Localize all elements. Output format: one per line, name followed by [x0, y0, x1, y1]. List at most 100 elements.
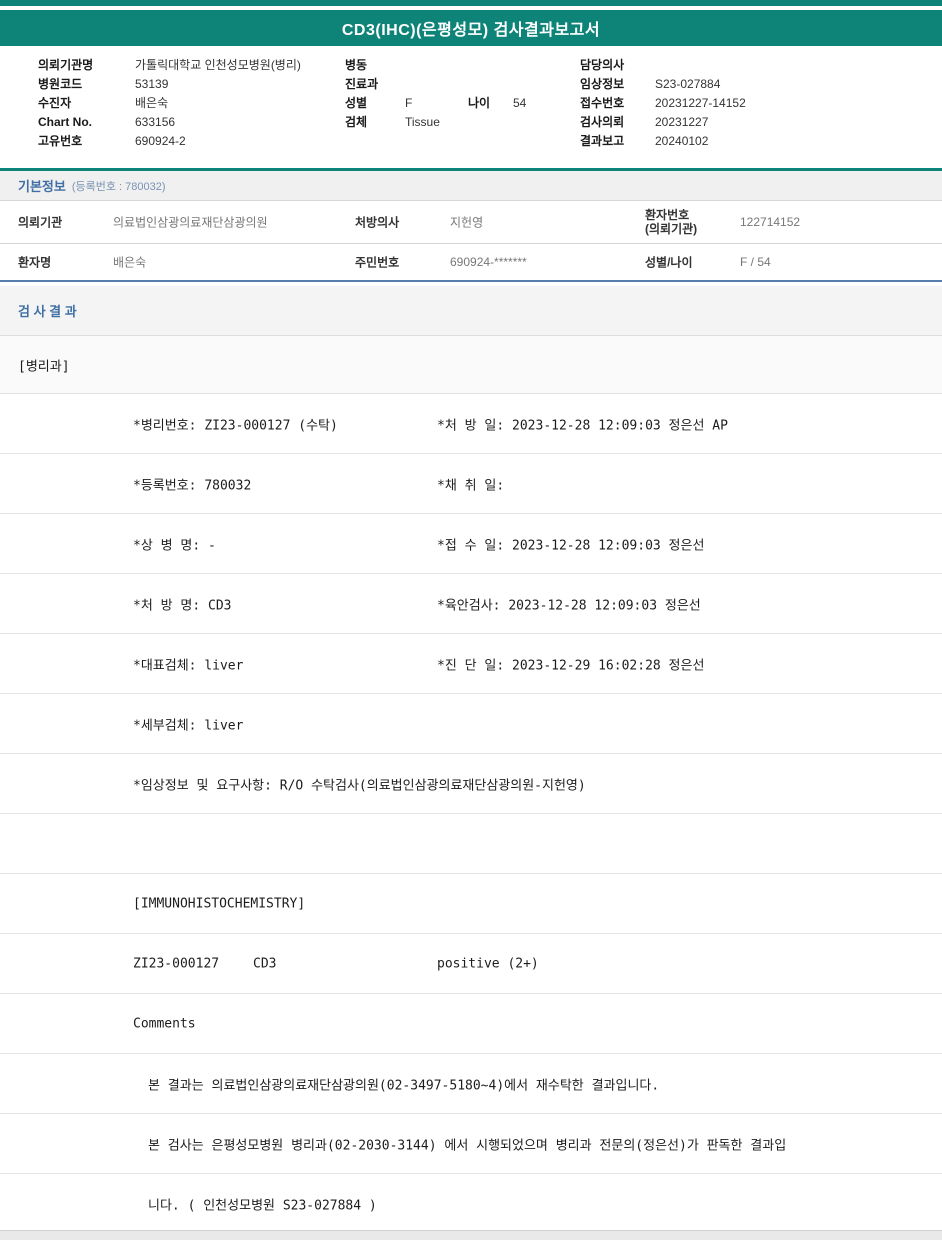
patient-no-value: 122714152 — [740, 215, 801, 229]
result-row-comment-3: 니다. ( 인천성모병원 S23-027884 ) — [0, 1174, 942, 1234]
report-date-value: 20240102 — [655, 134, 709, 148]
header-field-row: 담당의사 — [580, 56, 746, 75]
ihc-result-value: positive (2+) — [437, 956, 539, 971]
header-field-row: 병동 — [345, 56, 526, 75]
comment-text: 니다. ( 인천성모병원 S23-027884 ) — [148, 1198, 377, 1213]
header-right-column: 담당의사 임상정보 S23-027884 접수번호 20231227-14152 검… — [580, 56, 746, 151]
header-field-row: 접수번호 20231227-14152 — [580, 94, 746, 113]
result-right-text: *처 방 일: 2023-12-28 12:09:03 정은선 AP — [437, 418, 728, 433]
hospital-code-label: 병원코드 — [38, 77, 83, 91]
result-row-diagnosis-name: *상 병 명: - *접 수 일: 2023-12-28 12:09:03 정은… — [0, 514, 942, 574]
report-title-bar: CD3(IHC)(은평성모) 검사결과보고서 — [0, 10, 942, 46]
bottom-scrollbar-track — [0, 1230, 942, 1240]
patient-label: 수진자 — [38, 96, 72, 110]
hospital-code-value: 53139 — [135, 77, 169, 91]
patient-no-label: 환자번호 (의뢰기관) — [645, 208, 698, 236]
referring-org2-label: 의뢰기관 — [18, 215, 63, 230]
resident-no-value: 690924-******* — [450, 255, 527, 269]
chart-no-value: 633156 — [135, 115, 176, 129]
report-date-label: 결과보고 — [580, 134, 625, 148]
resident-no-label: 주민번호 — [355, 255, 400, 270]
result-left-text: *임상정보 및 요구사항: R/O 수탁검사(의료법인삼광의료재단삼광의원-지헌… — [133, 778, 586, 793]
result-left-text: [IMMUNOHISTOCHEMISTRY] — [133, 896, 306, 911]
basic-info-section-header: 기본정보 (등록번호 : 780032) — [0, 171, 942, 201]
header-middle-column: 병동 진료과 성별 F 나이 54 검체 Tissue — [345, 56, 526, 132]
patient-name-value: 배은숙 — [113, 255, 147, 270]
result-row-comment-2: 본 검사는 은평성모병원 병리과(02-2030-3144) 에서 시행되었으며… — [0, 1114, 942, 1174]
result-row-empty — [0, 814, 942, 874]
header-field-row: 성별 F 나이 54 — [345, 94, 526, 113]
result-left-text: *상 병 명: - — [133, 538, 216, 553]
sex-age-label: 성별/나이 — [645, 255, 693, 270]
basic-info-subtitle: (등록번호 : 780032) — [71, 180, 166, 193]
referring-org2-value: 의료법인삼광의료재단삼광의원 — [113, 215, 268, 230]
referring-org-label: 의뢰기관명 — [38, 58, 94, 72]
result-left-text: *등록번호: 780032 — [133, 478, 252, 493]
result-right-text: *진 단 일: 2023-12-29 16:02:28 정은선 — [437, 658, 705, 673]
specimen-label: 검체 — [345, 115, 368, 129]
result-left-text: *대표검체: liver — [133, 658, 244, 673]
header-info-panel: 의뢰기관명 가톨릭대학교 인천성모병원(병리) 병원코드 53139 수진자 배은숙 … — [0, 46, 942, 168]
sex-label: 성별 — [345, 96, 368, 110]
basic-info-row: 의뢰기관 의료법인삼광의료재단삼광의원 처방의사 지헌영 환자번호 (의뢰기관)… — [0, 201, 942, 244]
request-date-value: 20231227 — [655, 115, 709, 129]
header-field-row: 임상정보 S23-027884 — [580, 75, 746, 94]
result-right-text: *채 취 일: — [437, 478, 505, 493]
referring-org-value: 가톨릭대학교 인천성모병원(병리) — [135, 58, 301, 72]
chart-no-label: Chart No. — [38, 115, 92, 129]
age-value: 54 — [513, 96, 527, 110]
result-right-text: *접 수 일: 2023-12-28 12:09:03 정은선 — [437, 538, 705, 553]
header-field-row: 결과보고 20240102 — [580, 132, 746, 151]
result-row-order-name: *처 방 명: CD3 *육안검사: 2023-12-28 12:09:03 정… — [0, 574, 942, 634]
comment-text: 본 검사는 은평성모병원 병리과(02-2030-3144) 에서 시행되었으며… — [148, 1138, 787, 1153]
result-row-ihc-result: ZI23-000127 CD3 positive (2+) — [0, 934, 942, 994]
clinical-info-label: 임상정보 — [580, 77, 625, 91]
clinic-dept-label: 진료과 — [345, 77, 379, 91]
basic-info-title: 기본정보 — [18, 179, 66, 194]
clinical-info-value: S23-027884 — [655, 77, 721, 91]
result-row-pathology-no: *병리번호: ZI23-000127 (수탁) *처 방 일: 2023-12-… — [0, 394, 942, 454]
prescribing-doctor-label: 처방의사 — [355, 215, 400, 230]
header-field-row: 병원코드 53139 — [38, 75, 301, 94]
comment-text: 본 결과는 의료법인삼광의료재단삼광의원(02-3497-5180~4)에서 재… — [148, 1078, 660, 1093]
top-accent-bar — [0, 0, 942, 6]
result-row-main-specimen: *대표검체: liver *진 단 일: 2023-12-29 16:02:28… — [0, 634, 942, 694]
specimen-value: Tissue — [405, 115, 440, 129]
ihc-specimen-id: ZI23-000127 — [133, 956, 220, 971]
unique-id-label: 고유번호 — [38, 134, 83, 148]
results-section-header: 검 사 결 과 — [0, 286, 942, 336]
department-row: [병리과] — [0, 336, 942, 394]
header-field-row: 진료과 — [345, 75, 526, 94]
result-row-ihc-heading: [IMMUNOHISTOCHEMISTRY] — [0, 874, 942, 934]
sex-value: F — [405, 96, 413, 110]
attending-doctor-label: 담당의사 — [580, 58, 625, 72]
receipt-no-label: 접수번호 — [580, 96, 625, 110]
header-field-row: 의뢰기관명 가톨릭대학교 인천성모병원(병리) — [38, 56, 301, 75]
report-page: CD3(IHC)(은평성모) 검사결과보고서 의뢰기관명 가톨릭대학교 인천성모병… — [0, 0, 942, 1240]
result-right-text: *육안검사: 2023-12-28 12:09:03 정은선 — [437, 598, 701, 613]
header-field-row: Chart No. 633156 — [38, 113, 301, 132]
ward-label: 병동 — [345, 58, 368, 72]
result-left-text: *병리번호: ZI23-000127 (수탁) — [133, 418, 338, 433]
result-row-sub-specimen: *세부검체: liver — [0, 694, 942, 754]
patient-name-label: 환자명 — [18, 255, 52, 270]
receipt-no-value: 20231227-14152 — [655, 96, 746, 110]
ihc-stain-name: CD3 — [253, 956, 277, 971]
request-date-label: 검사의뢰 — [580, 115, 625, 129]
header-field-row: 검체 Tissue — [345, 113, 526, 132]
result-row-comments-heading: Comments — [0, 994, 942, 1054]
age-label: 나이 — [468, 96, 491, 110]
header-field-row: 수진자 배은숙 — [38, 94, 301, 113]
result-left-text: Comments — [133, 1016, 196, 1031]
header-field-row: 검사의뢰 20231227 — [580, 113, 746, 132]
prescribing-doctor-value: 지헌영 — [450, 215, 484, 230]
department-name: [병리과] — [18, 359, 70, 374]
sex-age-value: F / 54 — [740, 255, 771, 269]
report-title: CD3(IHC)(은평성모) 검사결과보고서 — [341, 22, 601, 39]
header-left-column: 의뢰기관명 가톨릭대학교 인천성모병원(병리) 병원코드 53139 수진자 배은숙 … — [38, 56, 301, 151]
result-left-text: *처 방 명: CD3 — [133, 598, 232, 613]
results-title: 검 사 결 과 — [18, 304, 77, 319]
basic-info-row: 환자명 배은숙 주민번호 690924-******* 성별/나이 F / 54 — [0, 244, 942, 280]
unique-id-value: 690924-2 — [135, 134, 186, 148]
result-row-clinical-info: *임상정보 및 요구사항: R/O 수탁검사(의료법인삼광의료재단삼광의원-지헌… — [0, 754, 942, 814]
